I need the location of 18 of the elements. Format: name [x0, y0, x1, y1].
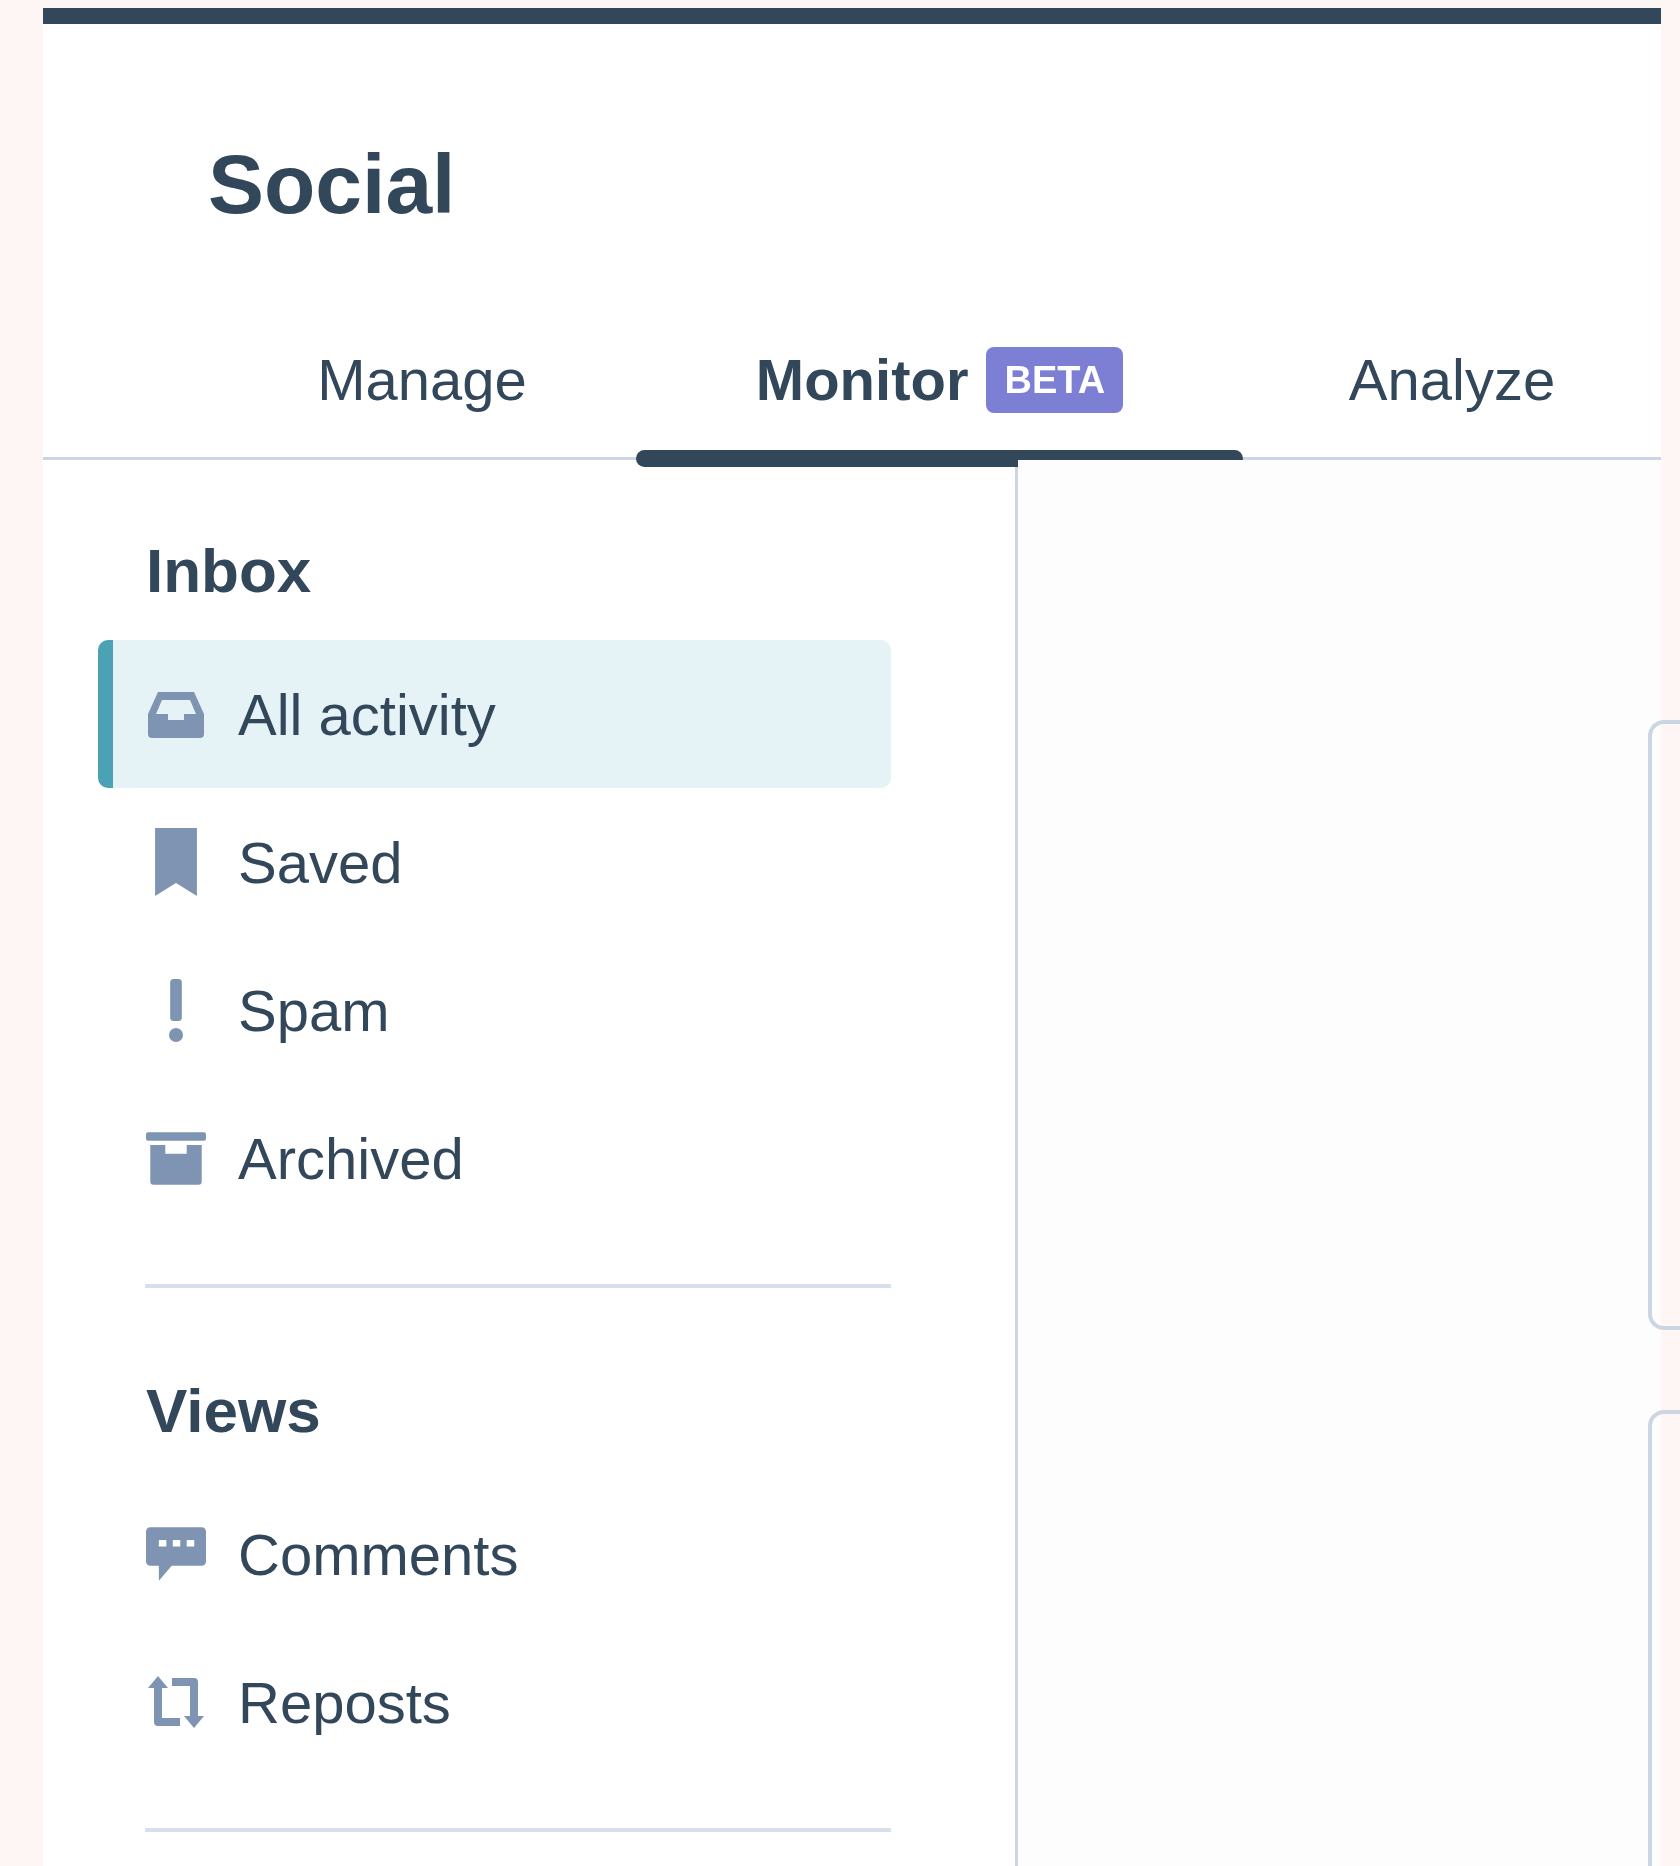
repost-arrows-icon [148, 1676, 204, 1728]
sidebar-item[interactable]: Comments [98, 1480, 891, 1628]
sidebar-item[interactable]: Saved [98, 788, 891, 936]
comment-bubble-icon [146, 1527, 206, 1581]
section-heading: Views [146, 1380, 322, 1442]
tab[interactable]: Monitor BETA [755, 336, 1124, 423]
sidebar-item[interactable]: All activity [98, 640, 891, 788]
archive-box-icon [146, 1131, 206, 1185]
sidebar-item[interactable]: Archived [98, 1084, 891, 1232]
page-title: Social [207, 136, 457, 226]
tab[interactable]: Manage [317, 336, 527, 423]
sidebar-item[interactable]: Spam [98, 936, 891, 1084]
bookmark-icon [155, 828, 197, 896]
section-heading: Inbox [146, 540, 313, 602]
exclamation-icon [169, 978, 183, 1042]
beta-badge: BETA [986, 346, 1124, 413]
sidebar-item[interactable]: Reposts [98, 1628, 891, 1776]
tab[interactable]: Analyze [1348, 336, 1556, 423]
